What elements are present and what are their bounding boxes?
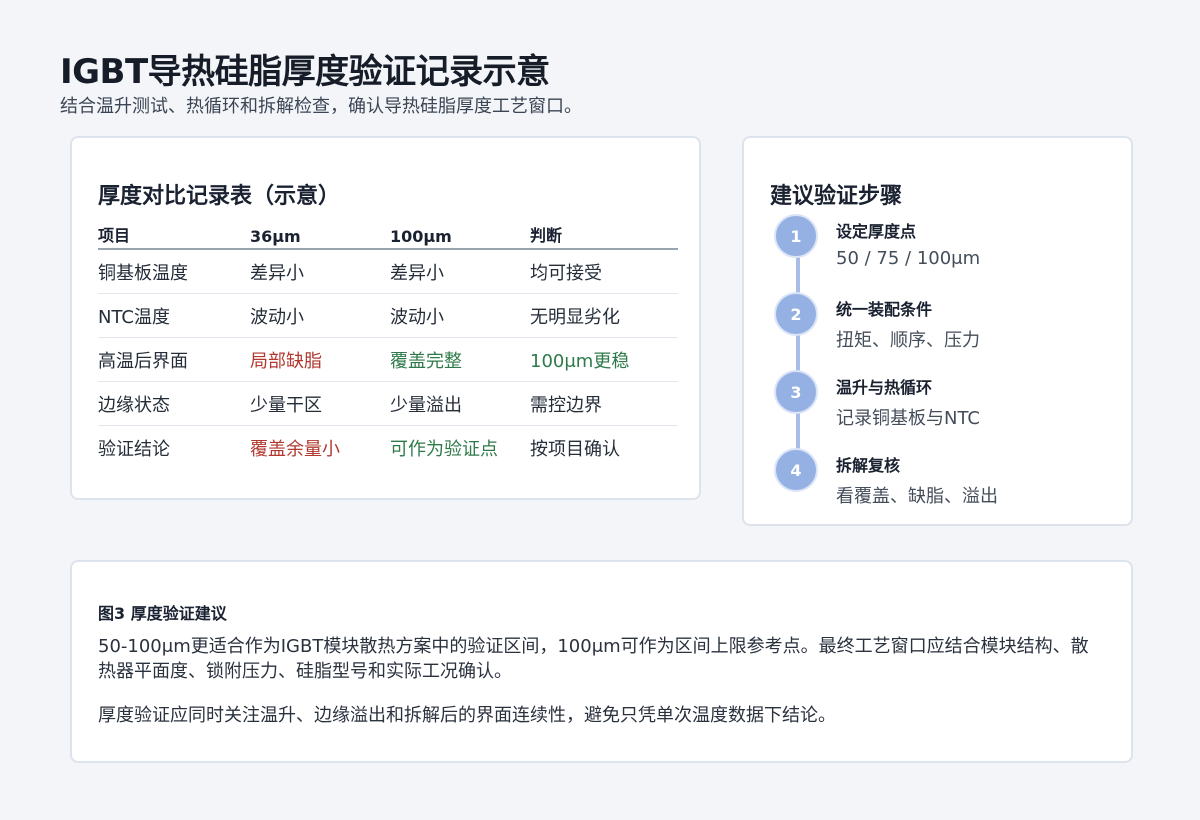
comparison-table: 项目 36μm 100μm 判断 铜基板温度 差异小 差异小 均可接受 NTC温… bbox=[98, 220, 678, 469]
cell-judgement: 需控边界 bbox=[530, 381, 678, 426]
table-row: 边缘状态 少量干区 少量溢出 需控边界 bbox=[98, 381, 678, 426]
verification-steps-card: 建议验证步骤 1 设定厚度点 50 / 75 / 100μm 2 统一装配条件 … bbox=[742, 136, 1133, 526]
step-number-badge: 2 bbox=[774, 292, 818, 336]
cell-judgement: 无明显劣化 bbox=[530, 293, 678, 338]
step-description: 记录铜基板与NTC bbox=[836, 408, 980, 429]
step-title: 温升与热循环 bbox=[836, 378, 933, 397]
column-header-36um: 36μm bbox=[250, 220, 390, 250]
step-description: 看覆盖、缺脂、溢出 bbox=[836, 486, 998, 507]
cell-100um: 差异小 bbox=[390, 249, 530, 294]
step-number-badge: 1 bbox=[774, 214, 818, 258]
column-header-100um: 100μm bbox=[390, 220, 530, 250]
row-item: 边缘状态 bbox=[98, 381, 250, 426]
cell-100um: 可作为验证点 bbox=[390, 438, 498, 460]
row-item: 高温后界面 bbox=[98, 337, 250, 382]
table-heading: 厚度对比记录表（示意） bbox=[98, 184, 341, 209]
step-title: 设定厚度点 bbox=[836, 222, 917, 241]
column-header-judgement: 判断 bbox=[530, 220, 678, 250]
column-header-item: 项目 bbox=[98, 220, 250, 250]
cell-36um: 波动小 bbox=[250, 293, 390, 338]
cell-judgement: 均可接受 bbox=[530, 249, 678, 294]
cell-judgement: 按项目确认 bbox=[530, 438, 620, 460]
step-description: 50 / 75 / 100μm bbox=[836, 248, 981, 269]
table-row: 高温后界面 局部缺脂 覆盖完整 100μm更稳 bbox=[98, 337, 678, 382]
steps-heading: 建议验证步骤 bbox=[770, 184, 903, 209]
page-subtitle: 结合温升测试、热循环和拆解检查，确认导热硅脂厚度工艺窗口。 bbox=[60, 96, 582, 117]
row-item: 铜基板温度 bbox=[98, 249, 250, 294]
comparison-table-card: 厚度对比记录表（示意） 项目 36μm 100μm 判断 铜基板温度 差异小 差… bbox=[70, 136, 701, 500]
step-number-badge: 3 bbox=[774, 370, 818, 414]
table-row: 验证结论 覆盖余量小 可作为验证点 按项目确认 bbox=[98, 426, 678, 470]
row-item: NTC温度 bbox=[98, 293, 250, 338]
step-title: 拆解复核 bbox=[836, 456, 901, 475]
cell-36um: 局部缺脂 bbox=[250, 337, 390, 382]
cell-36um: 覆盖余量小 bbox=[250, 438, 340, 460]
table-row: 铜基板温度 差异小 差异小 均可接受 bbox=[98, 249, 678, 294]
page-title: IGBT导热硅脂厚度验证记录示意 bbox=[60, 52, 550, 92]
note-paragraph: 50-100μm更适合作为IGBT模块散热方案中的验证区间，100μm可作为区间… bbox=[98, 636, 1089, 682]
table-row: NTC温度 波动小 波动小 无明显劣化 bbox=[98, 293, 678, 338]
cell-36um: 少量干区 bbox=[250, 381, 390, 426]
step-number-badge: 4 bbox=[774, 448, 818, 492]
cell-judgement: 100μm更稳 bbox=[530, 337, 678, 382]
cell-36um: 差异小 bbox=[250, 249, 390, 294]
step-title: 统一装配条件 bbox=[836, 300, 933, 319]
step-description: 扭矩、顺序、压力 bbox=[836, 330, 980, 351]
figure-caption: 图3 厚度验证建议 bbox=[98, 604, 227, 623]
cell-100um: 少量溢出 bbox=[390, 381, 530, 426]
recommendation-note-card: 图3 厚度验证建议 50-100μm更适合作为IGBT模块散热方案中的验证区间，… bbox=[70, 560, 1133, 763]
cell-100um: 覆盖完整 bbox=[390, 337, 530, 382]
table-header-row: 项目 36μm 100μm 判断 bbox=[98, 220, 678, 250]
note-paragraph: 厚度验证应同时关注温升、边缘溢出和拆解后的界面连续性，避免只凭单次温度数据下结论… bbox=[98, 705, 836, 726]
cell-100um: 波动小 bbox=[390, 293, 530, 338]
row-item: 验证结论 bbox=[98, 438, 170, 460]
